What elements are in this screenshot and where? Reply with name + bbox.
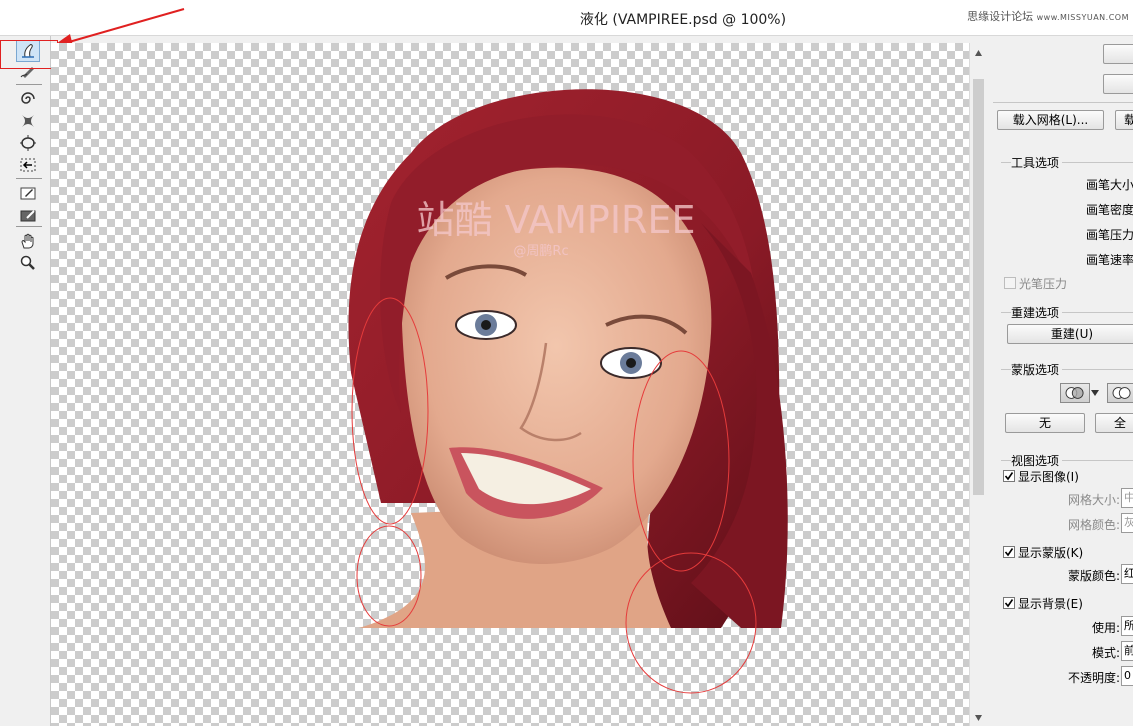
left-pupil [481, 320, 491, 330]
canvas-overlay-title: 站酷 VAMPIREE [417, 198, 696, 242]
mesh-size-select[interactable]: 中 [1121, 488, 1133, 508]
zoom-tool[interactable] [16, 252, 40, 274]
stylus-pressure-checkbox[interactable] [1004, 277, 1016, 289]
ok-button[interactable] [1103, 44, 1133, 64]
tool-separator [16, 226, 42, 227]
checkmark-icon [1004, 548, 1014, 557]
hand-tool[interactable] [16, 230, 40, 252]
annotation-circle-left-jaw [356, 525, 422, 627]
portrait-image: 站酷 VAMPIREE @周鹏Rc [348, 89, 788, 694]
twirl-icon [21, 92, 35, 104]
mask-add-button[interactable] [1107, 383, 1133, 403]
tool-palette [0, 36, 51, 726]
mode-select[interactable]: 前 [1121, 641, 1133, 661]
scroll-up-icon[interactable] [974, 49, 983, 58]
thaw-mask-icon [20, 210, 36, 222]
mask-color-label: 蒙版颜色: [1068, 569, 1121, 583]
pucker-icon [22, 115, 34, 127]
pucker-tool[interactable] [16, 110, 40, 132]
tool-separator [16, 178, 42, 179]
thaw-mask-tool[interactable] [16, 204, 40, 226]
opacity-label: 不透明度: [1068, 671, 1121, 685]
mesh-size-label: 网格大小: [1068, 493, 1121, 507]
scroll-down-icon[interactable] [974, 713, 983, 722]
show-mask-checkbox[interactable] [1003, 546, 1015, 558]
tool-separator [16, 84, 42, 85]
mesh-color-select[interactable]: 灰 [1121, 513, 1133, 533]
show-mask-label: 显示蒙版(K) [1018, 546, 1084, 560]
hand-icon [21, 233, 34, 249]
preview-canvas[interactable]: 站酷 VAMPIREE @周鹏Rc [51, 43, 969, 726]
canvas-overlay-credit: @周鹏Rc [513, 244, 568, 259]
load-mesh-button[interactable]: 载入网格(L)... [997, 110, 1104, 130]
brush-rate-label: 画笔速率 [1086, 253, 1133, 267]
brush-size-label: 画笔大小 [1086, 178, 1133, 192]
show-backdrop-label: 显示背景(E) [1018, 597, 1083, 611]
checkmark-icon [1004, 599, 1014, 608]
push-left-icon [20, 158, 36, 172]
view-options-title: 视图选项 [1011, 452, 1063, 469]
reconstruct-button[interactable]: 重建(U) [1007, 324, 1133, 344]
reconstruct-options-title: 重建选项 [1011, 304, 1063, 321]
mesh-color-label: 网格颜色: [1068, 518, 1121, 532]
watermark-cn: 思缘设计论坛 [967, 10, 1034, 23]
mask-intersect-icon [1112, 387, 1131, 399]
show-image-label: 显示图像(I) [1018, 470, 1079, 484]
use-select[interactable]: 所 [1121, 616, 1133, 636]
load-last-mesh-button[interactable]: 载 [1115, 110, 1133, 130]
window-title: 液化 (VAMPIREE.psd @ 100%) [579, 12, 787, 28]
divider [993, 102, 1133, 103]
magnifier-icon [20, 255, 35, 270]
mask-color-select[interactable]: 红 [1121, 564, 1133, 584]
brush-pressure-label: 画笔压力 [1086, 228, 1133, 242]
options-panel: 载入网格(L)... 载 工具选项 画笔大小 画笔密度 画笔压力 画笔速率 光笔… [987, 36, 1133, 726]
mask-replace-button[interactable] [1060, 383, 1090, 403]
stylus-pressure-label: 光笔压力 [1019, 277, 1068, 291]
freeze-mask-icon [20, 187, 36, 200]
mask-none-button[interactable]: 无 [1005, 413, 1085, 433]
annotation-highlight-box [0, 40, 58, 69]
twirl-clockwise-tool[interactable] [16, 88, 40, 110]
mode-label: 模式: [1092, 646, 1121, 660]
canvas-vertical-scrollbar[interactable] [969, 43, 987, 726]
right-pupil [626, 358, 636, 368]
watermark-url: www.MISSYUAN.COM [1036, 13, 1129, 22]
opacity-input[interactable]: 0 [1121, 666, 1133, 686]
bloat-icon [20, 135, 36, 151]
site-watermark: 思缘设计论坛 www.MISSYUAN.COM [967, 8, 1129, 24]
brush-density-label: 画笔密度 [1086, 203, 1133, 217]
show-backdrop-checkbox[interactable] [1003, 597, 1015, 609]
show-image-checkbox[interactable] [1003, 470, 1015, 482]
mask-options-title: 蒙版选项 [1011, 361, 1063, 378]
mask-overlap-icon [1065, 387, 1084, 399]
checkmark-icon [1004, 472, 1014, 481]
freeze-mask-tool[interactable] [16, 182, 40, 204]
push-left-tool[interactable] [16, 154, 40, 176]
use-label: 使用: [1092, 621, 1121, 635]
bloat-tool[interactable] [16, 132, 40, 154]
cancel-button[interactable] [1103, 74, 1133, 94]
tool-options-title: 工具选项 [1011, 154, 1063, 171]
scroll-thumb[interactable] [973, 79, 984, 495]
title-bar: 液化 (VAMPIREE.psd @ 100%) 思缘设计论坛 www.MISS… [0, 0, 1133, 36]
mask-all-button[interactable]: 全 [1095, 413, 1133, 433]
chevron-down-icon[interactable] [1091, 390, 1099, 396]
